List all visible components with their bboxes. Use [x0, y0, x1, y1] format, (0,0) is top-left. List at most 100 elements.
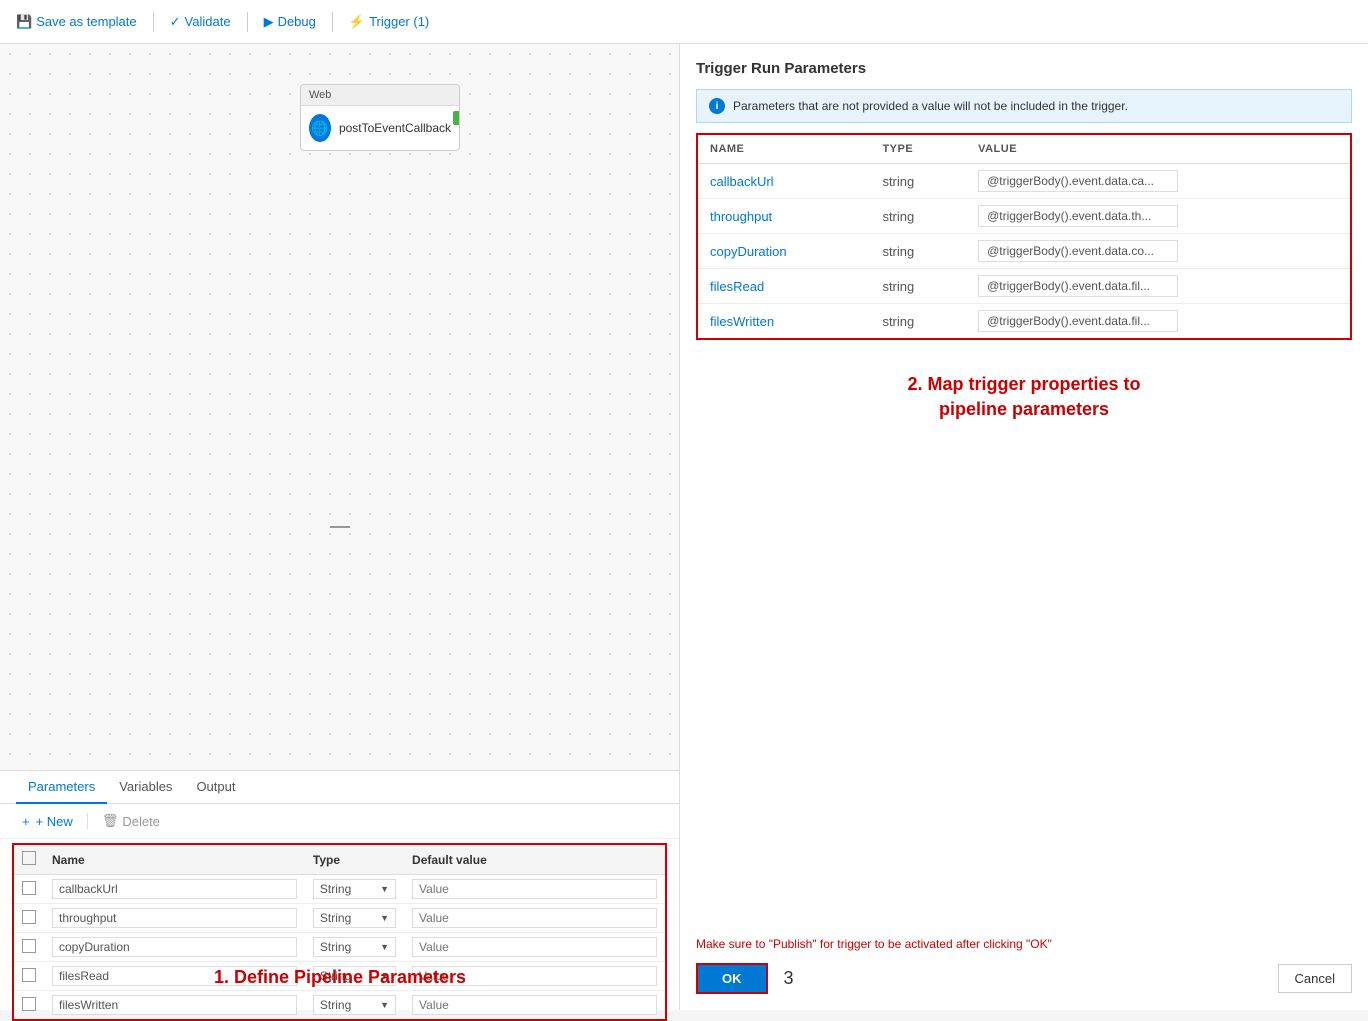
toolbar-separator [153, 12, 154, 32]
right-bottom: Make sure to "Publish" for trigger to be… [696, 937, 1352, 994]
trigger-row: filesWritten string [698, 304, 1350, 339]
params-toolbar: + + New 🗑 Delete [0, 804, 679, 839]
publish-warning: Make sure to "Publish" for trigger to be… [696, 937, 1352, 951]
activity-connector[interactable] [453, 111, 460, 125]
param-type-select[interactable]: String ▼ [313, 879, 396, 899]
btn-sep [87, 813, 88, 829]
new-param-button[interactable]: + + New [16, 811, 79, 832]
trigger-value-input[interactable] [978, 310, 1178, 332]
activity-node-header: Web [301, 85, 459, 106]
trigger-row-name: throughput [710, 209, 772, 224]
trigger-table-wrapper: NAME TYPE VALUE callbackUrl string throu… [696, 133, 1352, 340]
row-checkbox[interactable] [22, 881, 36, 895]
trigger-row-type: string [882, 209, 914, 224]
param-value-input[interactable] [412, 995, 657, 1015]
param-row: String ▼ [14, 875, 665, 904]
chevron-down-icon: ▼ [380, 884, 389, 894]
collapse-handle[interactable] [325, 524, 355, 530]
row-checkbox[interactable] [22, 910, 36, 924]
chevron-down-icon: ▼ [380, 1000, 389, 1010]
row-checkbox[interactable] [22, 939, 36, 953]
toolbar-separator-2 [247, 12, 248, 32]
trigger-row: callbackUrl string [698, 164, 1350, 199]
activity-node-body: 🌐 postToEventCallback [301, 106, 459, 150]
toolbar-separator-3 [332, 12, 333, 32]
activity-icon: 🌐 [309, 114, 331, 142]
collapse-handle-bar [330, 526, 350, 528]
activity-node[interactable]: Web 🌐 postToEventCallback [300, 84, 460, 151]
debug-icon: ▶ [264, 14, 274, 30]
chevron-down-icon: ▼ [380, 942, 389, 952]
param-type-select[interactable]: String ▼ [313, 995, 396, 1015]
plus-icon: + [22, 814, 30, 829]
trigger-row: filesRead string [698, 269, 1350, 304]
trigger-row-name: copyDuration [710, 244, 787, 259]
tab-variables[interactable]: Variables [107, 771, 184, 804]
right-panel: Trigger Run Parameters i Parameters that… [680, 44, 1368, 1010]
cancel-button[interactable]: Cancel [1278, 964, 1352, 993]
step-1-label: 1. Define Pipeline Parameters [0, 967, 680, 988]
save-icon: 💾 [16, 14, 32, 30]
header-checkbox[interactable] [22, 851, 36, 865]
param-type-select[interactable]: String ▼ [313, 937, 396, 957]
trigger-row: throughput string [698, 199, 1350, 234]
trigger-panel-title: Trigger Run Parameters [696, 60, 1352, 77]
trigger-row-name: filesRead [710, 279, 764, 294]
chevron-down-icon: ▼ [380, 913, 389, 923]
trigger-row-type: string [882, 314, 914, 329]
param-value-input[interactable] [412, 908, 657, 928]
col-header-name: Name [44, 845, 305, 875]
canvas-area[interactable]: Web 🌐 postToEventCallback [0, 44, 679, 770]
params-table-wrapper: Name Type Default value String ▼ Strin [12, 843, 667, 1021]
trigger-col-name: NAME [698, 135, 870, 164]
delete-param-button[interactable]: 🗑 Delete [96, 810, 166, 832]
trigger-row-name: callbackUrl [710, 174, 774, 189]
tab-output[interactable]: Output [184, 771, 247, 804]
param-name-input[interactable] [52, 908, 297, 928]
param-type-select[interactable]: String ▼ [313, 908, 396, 928]
trigger-value-input[interactable] [978, 240, 1178, 262]
param-row: String ▼ [14, 933, 665, 962]
trigger-col-type: TYPE [870, 135, 966, 164]
row-checkbox[interactable] [22, 997, 36, 1011]
delete-icon: 🗑 [102, 813, 119, 829]
param-name-input[interactable] [52, 879, 297, 899]
step-3-label: 3 [784, 968, 794, 989]
activity-name: postToEventCallback [339, 121, 451, 135]
col-header-default: Default value [404, 845, 665, 875]
trigger-icon: ⚡ [349, 14, 365, 30]
trigger-table: NAME TYPE VALUE callbackUrl string throu… [698, 135, 1350, 338]
validate-icon: ✓ [170, 14, 181, 30]
trigger-row-name: filesWritten [710, 314, 774, 329]
col-header-type: Type [305, 845, 404, 875]
toolbar: 💾 Save as template ✓ Validate ▶ Debug ⚡ … [0, 0, 1368, 44]
param-name-input[interactable] [52, 995, 297, 1015]
param-row: String ▼ [14, 991, 665, 1020]
params-table: Name Type Default value String ▼ Strin [14, 845, 665, 1019]
trigger-row-type: string [882, 244, 914, 259]
debug-button[interactable]: ▶ Debug [264, 14, 316, 30]
trigger-button[interactable]: ⚡ Trigger (1) [349, 14, 429, 30]
param-value-input[interactable] [412, 937, 657, 957]
main-layout: Web 🌐 postToEventCallback Parameters Var… [0, 44, 1368, 1010]
left-panel: Web 🌐 postToEventCallback Parameters Var… [0, 44, 680, 1010]
info-icon: i [709, 98, 725, 114]
trigger-value-input[interactable] [978, 205, 1178, 227]
trigger-row: copyDuration string [698, 234, 1350, 269]
trigger-value-input[interactable] [978, 170, 1178, 192]
save-as-template-button[interactable]: 💾 Save as template [16, 14, 137, 30]
bottom-tabs: Parameters Variables Output [0, 771, 679, 804]
trigger-row-type: string [882, 174, 914, 189]
ok-button[interactable]: OK [696, 963, 768, 994]
trigger-col-value: VALUE [966, 135, 1350, 164]
step-2-label: 2. Map trigger properties topipeline par… [696, 372, 1352, 422]
info-text: Parameters that are not provided a value… [733, 99, 1128, 113]
validate-button[interactable]: ✓ Validate [170, 14, 231, 30]
param-name-input[interactable] [52, 937, 297, 957]
param-value-input[interactable] [412, 879, 657, 899]
trigger-value-input[interactable] [978, 275, 1178, 297]
tab-parameters[interactable]: Parameters [16, 771, 107, 804]
dialog-buttons: OK 3 Cancel [696, 963, 1352, 994]
trigger-row-type: string [882, 279, 914, 294]
info-bar: i Parameters that are not provided a val… [696, 89, 1352, 123]
